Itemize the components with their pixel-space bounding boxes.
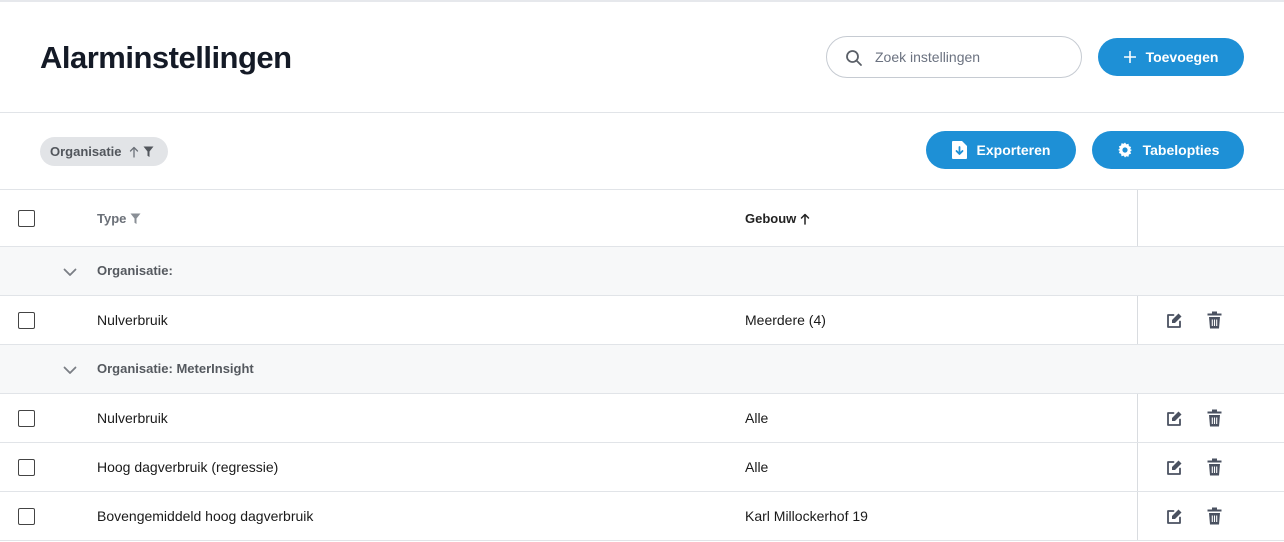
- funnel-icon[interactable]: [130, 213, 141, 225]
- cell-building: Karl Millockerhof 19: [745, 508, 868, 524]
- cell-building: Meerdere (4): [745, 312, 826, 328]
- column-header-type-label: Type: [97, 211, 127, 226]
- column-divider: [1137, 190, 1138, 246]
- row-checkbox[interactable]: [18, 459, 35, 476]
- filter-chip-organisatie[interactable]: Organisatie: [40, 137, 168, 166]
- alarm-settings-table: Type Gebouw Organisatie: Nulverbruik Mee…: [0, 189, 1284, 541]
- table-row: Bovengemiddeld hoog dagverbruik Karl Mil…: [0, 492, 1284, 541]
- table-options-button[interactable]: Tabelopties: [1092, 131, 1244, 169]
- row-checkbox[interactable]: [18, 508, 35, 525]
- trash-icon[interactable]: [1207, 507, 1222, 528]
- cell-building: Alle: [745, 459, 769, 475]
- search-icon: [846, 50, 862, 66]
- row-checkbox[interactable]: [18, 410, 35, 427]
- page-header: Alarminstellingen Toevoegen: [0, 2, 1284, 113]
- group-label: Organisatie:: [97, 263, 173, 278]
- page-title: Alarminstellingen: [40, 40, 292, 75]
- column-divider: [1137, 394, 1138, 442]
- column-header-building-label: Gebouw: [745, 211, 797, 226]
- cell-type: Nulverbruik: [97, 312, 168, 328]
- funnel-icon: [143, 146, 154, 158]
- trash-icon[interactable]: [1207, 409, 1222, 430]
- cell-building: Alle: [745, 410, 769, 426]
- edit-icon[interactable]: [1166, 410, 1183, 430]
- export-button[interactable]: Exporteren: [926, 131, 1076, 169]
- search-input[interactable]: [875, 46, 1071, 68]
- table-header-row: Type Gebouw: [0, 189, 1284, 247]
- select-all-checkbox[interactable]: [18, 210, 35, 227]
- edit-icon[interactable]: [1166, 508, 1183, 528]
- add-button[interactable]: Toevoegen: [1098, 38, 1244, 76]
- add-button-label: Toevoegen: [1145, 49, 1219, 65]
- chevron-down-icon[interactable]: [63, 362, 77, 378]
- table-options-button-label: Tabelopties: [1142, 142, 1220, 158]
- arrow-up-icon: [800, 213, 810, 225]
- search-box[interactable]: [826, 36, 1082, 78]
- row-checkbox[interactable]: [18, 312, 35, 329]
- table-row: Nulverbruik Alle: [0, 394, 1284, 443]
- chevron-down-icon[interactable]: [63, 264, 77, 280]
- plus-icon: [1123, 51, 1136, 63]
- gear-icon: [1117, 142, 1133, 158]
- group-row[interactable]: Organisatie:: [0, 247, 1284, 296]
- trash-icon[interactable]: [1207, 458, 1222, 479]
- edit-icon[interactable]: [1166, 312, 1183, 332]
- cell-type: Bovengemiddeld hoog dagverbruik: [97, 508, 314, 524]
- table-row: Nulverbruik Meerdere (4): [0, 296, 1284, 345]
- column-divider: [1137, 443, 1138, 491]
- arrow-up-icon: [129, 146, 139, 158]
- column-header-building[interactable]: Gebouw: [745, 211, 810, 226]
- trash-icon[interactable]: [1207, 311, 1222, 332]
- column-header-type[interactable]: Type: [97, 211, 141, 226]
- column-divider: [1137, 296, 1138, 344]
- edit-icon[interactable]: [1166, 459, 1183, 479]
- group-row[interactable]: Organisatie: MeterInsight: [0, 345, 1284, 394]
- filter-chip-label: Organisatie: [50, 144, 122, 159]
- group-label: Organisatie: MeterInsight: [97, 361, 254, 376]
- cell-type: Hoog dagverbruik (regressie): [97, 459, 279, 475]
- export-button-label: Exporteren: [976, 142, 1051, 158]
- file-download-icon: [951, 141, 967, 159]
- cell-type: Nulverbruik: [97, 410, 168, 426]
- column-divider: [1137, 492, 1138, 540]
- table-row: Hoog dagverbruik (regressie) Alle: [0, 443, 1284, 492]
